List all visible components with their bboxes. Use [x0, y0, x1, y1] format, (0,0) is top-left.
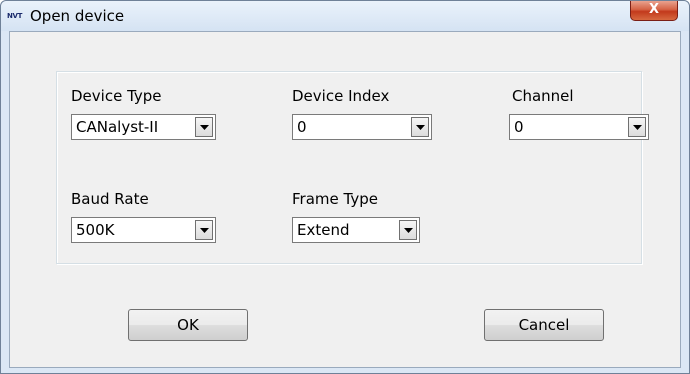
device-index-value: 0: [297, 118, 307, 136]
channel-label: Channel: [512, 87, 574, 105]
dialog-client-area: Device Type CANalyst-II Device Index 0 C…: [9, 31, 681, 368]
cancel-button[interactable]: Cancel: [484, 309, 604, 341]
chevron-down-icon: [404, 228, 413, 233]
device-type-value: CANalyst-II: [76, 118, 159, 136]
channel-dropdown-button[interactable]: [628, 117, 646, 137]
chevron-down-icon: [416, 125, 425, 130]
baud-rate-label: Baud Rate: [71, 190, 149, 208]
channel-select[interactable]: 0: [509, 114, 649, 140]
ok-button[interactable]: OK: [128, 309, 248, 341]
device-index-select[interactable]: 0: [292, 114, 432, 140]
chevron-down-icon: [633, 125, 642, 130]
device-type-select[interactable]: CANalyst-II: [71, 114, 216, 140]
window-title: Open device: [30, 7, 125, 25]
frame-type-label: Frame Type: [292, 190, 378, 208]
app-logo-icon: NVT: [7, 12, 23, 20]
device-type-label: Device Type: [71, 87, 162, 105]
baud-rate-value: 500K: [76, 221, 115, 239]
frame-type-dropdown-button[interactable]: [399, 220, 417, 240]
device-index-label: Device Index: [292, 87, 390, 105]
chevron-down-icon: [200, 125, 209, 130]
device-index-dropdown-button[interactable]: [411, 117, 429, 137]
chevron-down-icon: [200, 228, 209, 233]
baud-rate-dropdown-button[interactable]: [195, 220, 213, 240]
frame-type-value: Extend: [297, 221, 350, 239]
close-button[interactable]: X: [630, 1, 678, 21]
close-icon: X: [648, 2, 660, 17]
title-bar[interactable]: NVT Open device X: [1, 1, 689, 31]
frame-type-select[interactable]: Extend: [292, 217, 420, 243]
channel-value: 0: [514, 118, 524, 136]
baud-rate-select[interactable]: 500K: [71, 217, 216, 243]
dialog-window: NVT Open device X Device Type CANalyst-I…: [0, 0, 690, 374]
device-type-dropdown-button[interactable]: [195, 117, 213, 137]
